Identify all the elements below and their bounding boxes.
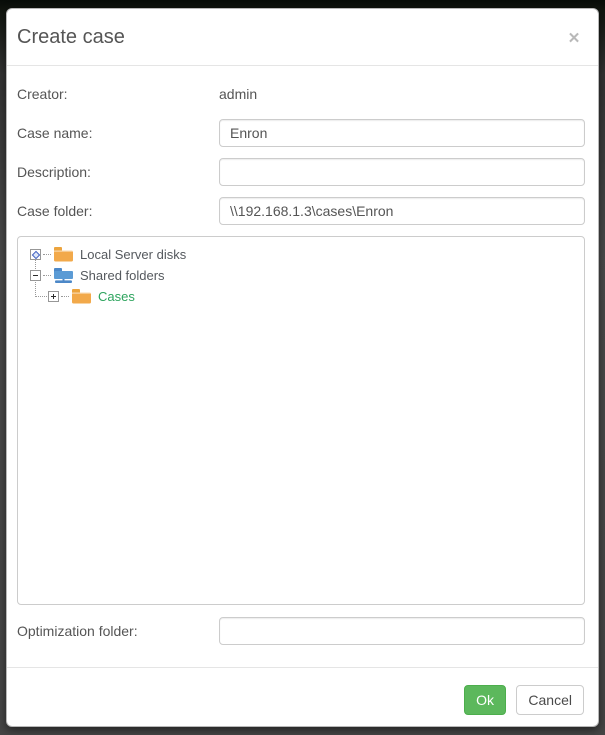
tree-item-cases[interactable]: Cases (18, 286, 584, 307)
dialog-body: Creator: admin Case name: Description: C… (7, 66, 598, 667)
close-icon: ✕ (568, 30, 581, 47)
tree-item-shared-folders[interactable]: Shared folders (18, 265, 584, 286)
dialog-header: Create case ✕ (7, 9, 598, 66)
tree-item-local-server-disks[interactable]: Local Server disks (18, 244, 584, 265)
case-name-row: Case name: (17, 119, 585, 147)
creator-value: admin (219, 82, 257, 106)
diamond-expander-icon[interactable] (30, 249, 41, 260)
case-folder-row: Case folder: (17, 197, 585, 225)
tree-item-label: Shared folders (80, 268, 165, 283)
case-name-label: Case name: (17, 119, 219, 147)
description-row: Description: (17, 158, 585, 186)
creator-row: Creator: admin (17, 82, 585, 106)
description-label: Description: (17, 158, 219, 186)
case-folder-label: Case folder: (17, 197, 219, 225)
optimization-folder-input[interactable] (219, 617, 585, 645)
description-input[interactable] (219, 158, 585, 186)
optimization-folder-label: Optimization folder: (17, 617, 219, 645)
create-case-dialog: Create case ✕ Creator: admin Case name: … (6, 8, 599, 727)
dialog-title: Create case (17, 24, 584, 51)
expand-plus-icon[interactable] (48, 291, 59, 302)
tree-dotted-stub (61, 296, 69, 297)
tree-item-label: Local Server disks (80, 247, 186, 262)
collapse-minus-icon[interactable] (30, 270, 41, 281)
creator-label: Creator: (17, 82, 219, 106)
ok-button[interactable]: Ok (464, 685, 506, 715)
tree-dotted-stub (43, 275, 51, 276)
dialog-footer: Ok Cancel (7, 667, 598, 726)
tree-item-label: Cases (98, 289, 135, 304)
case-name-input[interactable] (219, 119, 585, 147)
shared-folder-icon (54, 268, 74, 283)
orange-folder-icon (72, 289, 92, 304)
close-button[interactable]: ✕ (565, 30, 583, 48)
orange-folder-icon (54, 247, 74, 262)
optimization-folder-row: Optimization folder: (17, 617, 585, 645)
case-folder-input[interactable] (219, 197, 585, 225)
tree-dotted-stub (43, 254, 51, 255)
page-backdrop: Create case ✕ Creator: admin Case name: … (0, 0, 605, 735)
cancel-button[interactable]: Cancel (516, 685, 584, 715)
folder-tree-panel: Local Server disks Shared folders (17, 236, 585, 605)
